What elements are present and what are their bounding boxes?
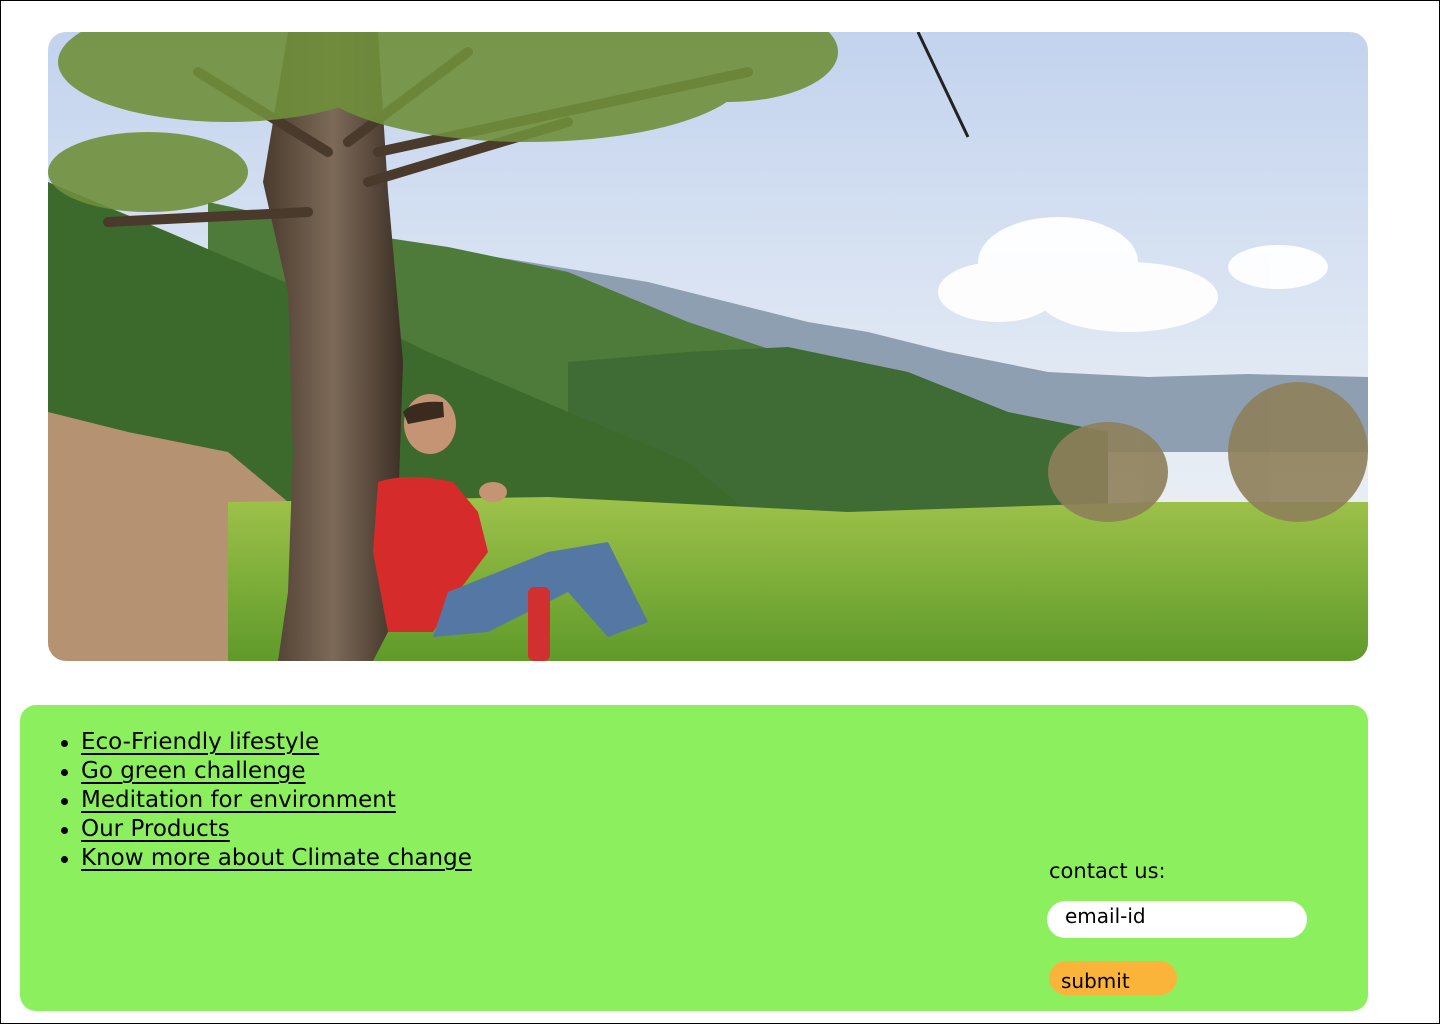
- nav-item: Go green challenge: [61, 757, 472, 786]
- hero-image: [48, 32, 1368, 661]
- bullet-icon: [61, 740, 68, 747]
- contact-label: contact us:: [1049, 859, 1166, 883]
- submit-button[interactable]: submit: [1049, 961, 1177, 995]
- bullet-icon: [61, 769, 68, 776]
- nav-links: Eco-Friendly lifestyle Go green challeng…: [61, 728, 472, 873]
- link-our-products[interactable]: Our Products: [81, 816, 230, 842]
- email-field[interactable]: [1047, 901, 1307, 938]
- link-eco-friendly-lifestyle[interactable]: Eco-Friendly lifestyle: [81, 729, 319, 755]
- footer-panel: Eco-Friendly lifestyle Go green challeng…: [20, 705, 1368, 1011]
- bullet-icon: [61, 798, 68, 805]
- link-climate-change[interactable]: Know more about Climate change: [81, 845, 472, 871]
- bullet-icon: [61, 827, 68, 834]
- bullet-icon: [61, 856, 68, 863]
- link-meditation-for-environment[interactable]: Meditation for environment: [81, 787, 396, 813]
- nav-item: Our Products: [61, 815, 472, 844]
- hero-landscape-photo: [48, 32, 1368, 661]
- link-go-green-challenge[interactable]: Go green challenge: [81, 758, 306, 784]
- page-frame: Eco-Friendly lifestyle Go green challeng…: [0, 0, 1440, 1024]
- nav-item: Meditation for environment: [61, 786, 472, 815]
- nav-item: Eco-Friendly lifestyle: [61, 728, 472, 757]
- nav-item: Know more about Climate change: [61, 844, 472, 873]
